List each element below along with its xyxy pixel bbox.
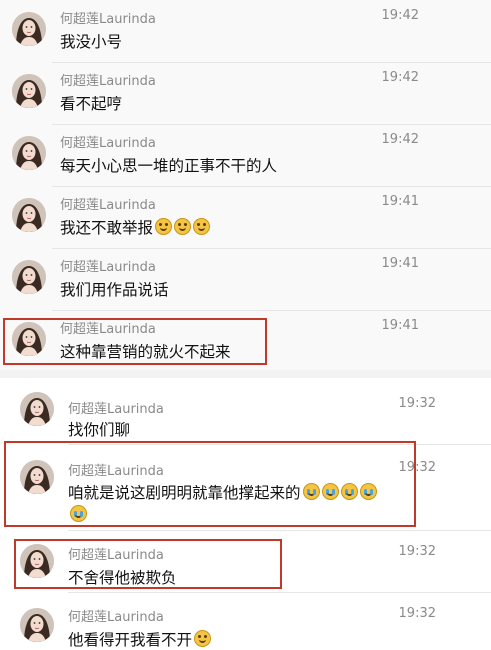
- message-text: 找你们聊: [68, 421, 131, 439]
- divider: [52, 248, 491, 249]
- message-row[interactable]: 何超莲Laurinda 19:41 我还不敢举报: [0, 186, 491, 248]
- message-time: 19:32: [398, 606, 436, 621]
- message-time: 19:32: [398, 544, 436, 559]
- message-text: 我们用作品说话: [60, 281, 169, 299]
- avatar[interactable]: [20, 608, 54, 642]
- avatar[interactable]: [12, 12, 46, 46]
- laughing-emoji-icon: [174, 218, 192, 235]
- screenshot-gap: [0, 370, 491, 378]
- chat-list-upper: 何超莲Laurinda 19:42 我没小号 何超莲Laurinda 19:42…: [0, 0, 491, 370]
- message-time: 19:32: [398, 396, 436, 411]
- divider: [52, 124, 491, 125]
- chat-list-lower: 何超莲Laurinda 19:32 找你们聊 何超莲Laurinda 19:32…: [0, 378, 491, 649]
- sender-name: 何超莲Laurinda: [60, 260, 156, 275]
- highlight-box: [3, 318, 267, 365]
- message-time: 19:42: [381, 70, 419, 85]
- message-text: 我还不敢举报: [60, 216, 211, 238]
- avatar[interactable]: [12, 136, 46, 170]
- message-text: 我没小号: [60, 33, 123, 51]
- avatar[interactable]: [12, 74, 46, 108]
- message-row[interactable]: 何超莲Laurinda 19:32 他看得开我看不开: [0, 592, 491, 649]
- message-text: 看不起哼: [60, 95, 123, 113]
- message-text: 每天小心思一堆的正事不干的人: [60, 157, 278, 175]
- divider: [52, 310, 491, 311]
- message-time: 19:41: [381, 194, 419, 209]
- avatar[interactable]: [12, 260, 46, 294]
- avatar[interactable]: [12, 198, 46, 232]
- highlight-box: [14, 539, 282, 589]
- avatar[interactable]: [20, 392, 54, 426]
- sender-name: 何超莲Laurinda: [60, 136, 156, 151]
- message-row[interactable]: 何超莲Laurinda 19:32 找你们聊: [0, 378, 491, 440]
- message-row[interactable]: 何超莲Laurinda 19:42 每天小心思一堆的正事不干的人: [0, 124, 491, 186]
- message-text-content: 我还不敢举报: [60, 219, 154, 237]
- message-time: 19:41: [381, 256, 419, 271]
- laughing-emoji-icon: [193, 218, 211, 235]
- sender-name: 何超莲Laurinda: [60, 74, 156, 89]
- sender-name: 何超莲Laurinda: [60, 198, 156, 213]
- message-time: 19:42: [381, 132, 419, 147]
- message-time: 19:41: [381, 318, 419, 333]
- divider: [52, 62, 491, 63]
- sender-name: 何超莲Laurinda: [68, 610, 164, 625]
- message-time: 19:42: [381, 8, 419, 23]
- laughing-emoji-icon: [194, 630, 212, 647]
- message-row[interactable]: 何超莲Laurinda 19:42 看不起哼: [0, 62, 491, 124]
- message-row[interactable]: 何超莲Laurinda 19:41 我们用作品说话: [0, 248, 491, 310]
- highlight-box: [4, 441, 416, 527]
- message-text-content: 他看得开我看不开: [68, 631, 193, 649]
- message-text: 他看得开我看不开: [68, 628, 212, 650]
- sender-name: 何超莲Laurinda: [60, 12, 156, 27]
- divider: [68, 530, 491, 531]
- laughing-emoji-icon: [155, 218, 173, 235]
- divider: [68, 592, 491, 593]
- divider: [52, 186, 491, 187]
- sender-name: 何超莲Laurinda: [68, 402, 164, 417]
- message-row[interactable]: 何超莲Laurinda 19:42 我没小号: [0, 0, 491, 62]
